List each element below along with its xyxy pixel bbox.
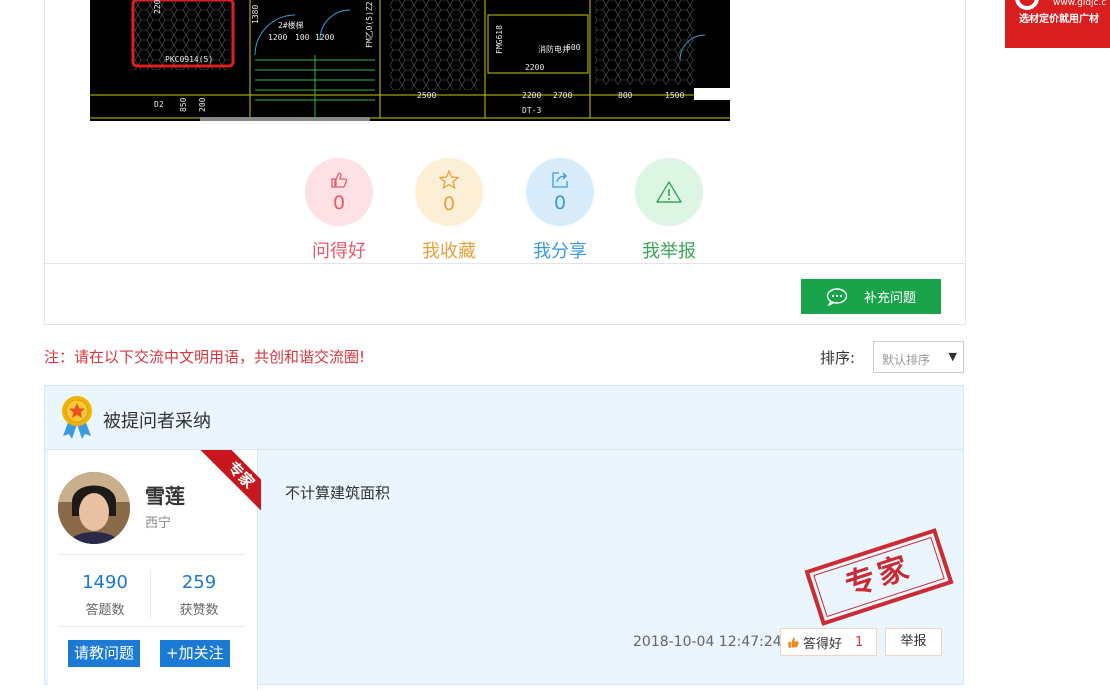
- good-answer-button[interactable]: 答得好 1: [780, 628, 877, 656]
- ask-question-button[interactable]: 请教问题: [68, 640, 141, 667]
- action-report[interactable]: 我举报: [635, 158, 703, 263]
- chat-bubble-icon: [826, 287, 848, 306]
- report-label: 我举报: [642, 241, 696, 262]
- drawing-label: 850: [179, 97, 188, 112]
- answer-timestamp: 2018-10-04 12:47:24: [633, 634, 782, 650]
- drawing-label: 200: [198, 97, 207, 112]
- avatar-image: [58, 472, 130, 544]
- drawing-label: 2500: [417, 91, 436, 100]
- sort-selected-value: 默认排序: [882, 353, 931, 367]
- expert-stamp: 专家: [804, 528, 954, 626]
- answer-content: 不计算建筑面积: [285, 484, 391, 502]
- advertisement-banner[interactable]: www.gldjc.c 选材定价就用广材: [1005, 0, 1110, 48]
- accepted-answer-title: 被提问者采纳: [103, 411, 211, 432]
- drawing-label: 2200: [153, 0, 162, 14]
- answers-count-stat: 1490 答题数: [60, 572, 150, 618]
- follow-button[interactable]: +加关注: [160, 640, 230, 667]
- thumbs-up-icon: [788, 636, 799, 648]
- accepted-answer-section: 被提问者采纳 雪莲 西宁 1490 答题数 259 获赞数 请教问题 +加关注: [44, 385, 964, 690]
- action-favorite[interactable]: 0 我收藏: [415, 158, 483, 263]
- drawing-label: D2: [154, 100, 164, 109]
- drawing-label: FMG618: [495, 25, 504, 54]
- drawing-label: 1500: [665, 91, 684, 100]
- answerer-city: 西宁: [145, 516, 172, 531]
- drawing-label: 800: [618, 91, 633, 100]
- good-question-count: 0: [332, 192, 346, 214]
- drawing-label: 2700: [553, 91, 572, 100]
- stat-separator: [150, 570, 151, 618]
- warning-icon: [656, 181, 682, 203]
- supplement-question-button[interactable]: 补充问题: [801, 279, 941, 314]
- likes-count-caption: 获赞数: [179, 603, 219, 618]
- good-answer-count: 1: [855, 634, 864, 650]
- favorite-count: 0: [442, 193, 456, 215]
- expert-badge: 专家: [197, 450, 261, 516]
- drawing-label: 2#楼梯: [278, 20, 304, 30]
- drawing-label: 1200: [268, 33, 287, 42]
- drawing-label: 2200: [525, 63, 544, 72]
- good-question-label: 问得好: [312, 241, 366, 262]
- answerer-name[interactable]: 雪莲: [145, 480, 185, 509]
- likes-count-stat: 259 获赞数: [154, 572, 244, 618]
- star-icon: [438, 169, 460, 190]
- dropdown-arrow-icon: ▼: [948, 350, 957, 363]
- drawing-label: 2200: [522, 91, 541, 100]
- drawing-label: FM乙0(5)Z2: [365, 1, 374, 48]
- share-icon: [552, 172, 568, 188]
- civility-notice: 注：请在以下交流中文明用语，共创和谐交流圈!: [44, 348, 366, 366]
- drawing-label: PKC0914(5): [165, 55, 213, 64]
- answers-count: 1490: [82, 572, 128, 593]
- report-answer-button[interactable]: 举报: [885, 628, 942, 656]
- divider: [45, 263, 965, 264]
- medal-icon: [62, 396, 92, 439]
- action-good-question[interactable]: 0 问得好: [305, 158, 373, 263]
- question-image[interactable]: 2200 1380 1200 100 1200 FM乙0(5)Z2 FMG618…: [90, 0, 730, 121]
- avatar[interactable]: [58, 472, 130, 544]
- drawing-label: 100: [295, 33, 310, 42]
- divider: [58, 554, 245, 555]
- accepted-answer-header: 被提问者采纳: [45, 386, 963, 450]
- drawing-label: 消防电井: [538, 44, 570, 54]
- cad-drawing: 2200 1380 1200 100 1200 FM乙0(5)Z2 FMG618…: [90, 0, 730, 121]
- action-share[interactable]: 0 我分享: [526, 158, 594, 263]
- supplement-question-label: 补充问题: [863, 291, 916, 306]
- sort-label: 排序:: [820, 349, 856, 367]
- ad-slogan: 选材定价就用广材: [1019, 14, 1099, 25]
- expert-ribbon: 专家: [195, 450, 261, 516]
- brand-logo-icon: [1015, 0, 1039, 10]
- favorite-label: 我收藏: [422, 241, 476, 262]
- likes-count: 259: [181, 572, 217, 593]
- share-label: 我分享: [533, 241, 587, 262]
- divider: [58, 626, 245, 627]
- ad-url: www.gldjc.c: [1053, 0, 1107, 8]
- share-count: 0: [553, 192, 567, 214]
- drawing-label: 1380: [251, 5, 260, 24]
- drawing-label: 1200: [315, 33, 334, 42]
- answers-count-caption: 答题数: [85, 603, 125, 618]
- sort-select[interactable]: 默认排序 ▼: [873, 341, 964, 373]
- thumbs-up-icon: [331, 172, 348, 188]
- drawing-label: DT-3: [522, 106, 541, 115]
- good-answer-label: 答得好: [803, 636, 843, 652]
